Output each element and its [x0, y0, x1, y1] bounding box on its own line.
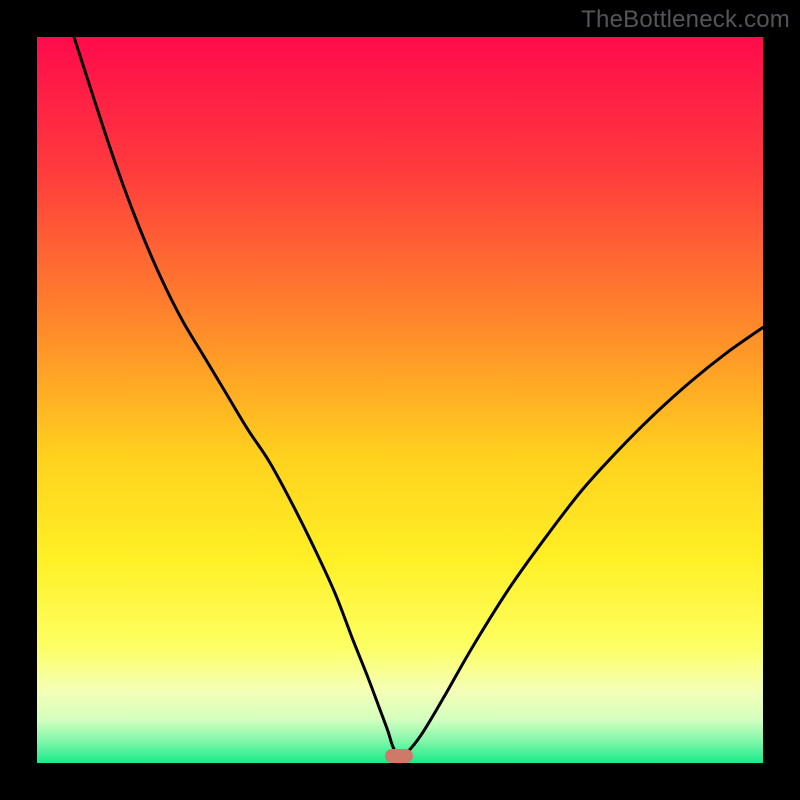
chart-frame: TheBottleneck.com	[0, 0, 800, 800]
minimum-marker	[385, 749, 413, 763]
plot-area	[37, 37, 763, 763]
bottleneck-curve	[37, 37, 763, 763]
watermark-text: TheBottleneck.com	[581, 6, 790, 34]
